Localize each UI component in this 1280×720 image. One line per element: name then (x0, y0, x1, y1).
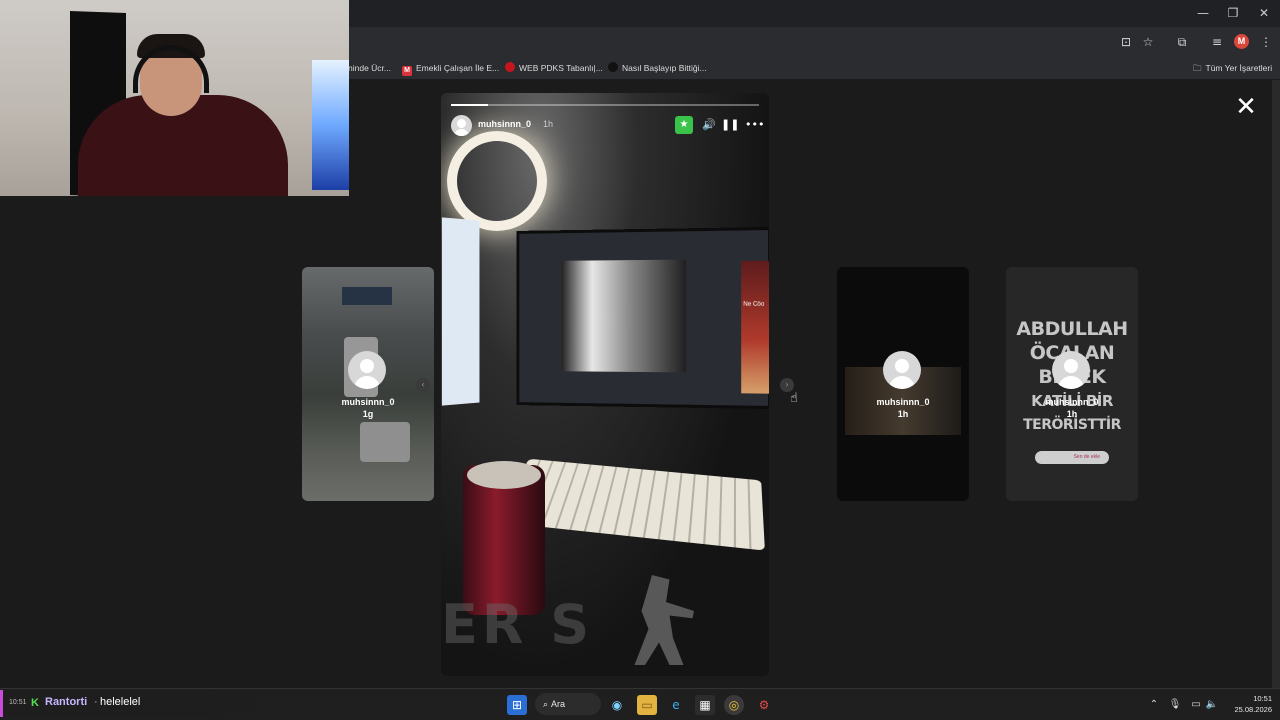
mouse-cursor-icon: ☝ (790, 391, 798, 406)
close-window-button[interactable]: ✕ (1249, 4, 1279, 22)
close-story-icon[interactable]: ✕ (1232, 93, 1260, 121)
mousepad-text: ER S (441, 593, 594, 656)
side-story-previous[interactable]: muhsinnn_0 1g (302, 267, 434, 501)
chat-separator: · (94, 696, 98, 708)
store-icon[interactable]: ▦ (695, 695, 715, 715)
all-bookmarks-button[interactable]: 🗀 Tüm Yer İşaretleri (1193, 60, 1272, 76)
chat-username: Rantorti (45, 696, 88, 708)
bookmark-item-3[interactable]: Nasıl Başlayıp Bittiği... (608, 60, 707, 76)
extensions-icon[interactable]: ⧉ (1174, 34, 1190, 50)
copilot-icon[interactable]: ◉ (607, 695, 627, 715)
windows-start-icon[interactable]: ⊞ (507, 695, 527, 715)
story-username[interactable]: muhsinnn_0 (478, 119, 531, 129)
bookmark-label: ninde Ücr... (348, 63, 391, 73)
side-story-username: muhsinnn_0 (341, 397, 395, 407)
bookmark-favicon-icon (608, 62, 618, 72)
side-story-username: muhsinnn_0 (876, 397, 930, 407)
chrome-icon[interactable]: ◎ (724, 695, 744, 715)
profile-avatar[interactable]: M (1234, 34, 1249, 49)
can-top-image (467, 461, 541, 489)
side-story-next[interactable]: muhsinnn_0 1h (837, 267, 969, 501)
ring-light-image (447, 131, 547, 231)
monitor-image: Ne Cöo (516, 226, 769, 410)
volume-icon[interactable]: 🔊 (700, 116, 718, 134)
browser-menu-icon[interactable]: ⋮ (1258, 34, 1274, 50)
folder-icon: 🗀 (1193, 64, 1202, 74)
pause-icon[interactable]: ❚❚ (721, 116, 739, 134)
system-clock[interactable]: 10:51 25.08.2026 (1222, 693, 1272, 715)
webcam-pc-case (312, 60, 349, 190)
main-story[interactable]: Ne Cöo ER S muhsinnn_0 1h ★ 🔊 ❚❚ ••• (441, 93, 769, 676)
side-story-avatar (883, 351, 921, 389)
app-icon[interactable]: ⚙ (754, 695, 774, 715)
monitor-portrait-image (561, 259, 687, 373)
search-icon: ⌕ (543, 700, 549, 710)
edge-icon[interactable]: e (666, 695, 686, 715)
webcam-overlay (0, 0, 349, 196)
bookmark-label: Emekli Çalışan İle E... (416, 63, 500, 73)
story-user-avatar[interactable] (451, 115, 472, 136)
bookmark-favicon-icon: M (402, 66, 412, 76)
speaker-icon[interactable]: 🔈 (1205, 698, 1219, 712)
more-options-icon[interactable]: ••• (745, 116, 764, 134)
story-time: 1h (543, 119, 554, 129)
close-friends-star-icon[interactable]: ★ (675, 116, 693, 134)
page-scrollbar[interactable] (1272, 80, 1280, 688)
monitor-side-text: Ne Cöo (743, 301, 765, 308)
screen: — ❐ ✕ ⊡ ☆ ⧉ ≡ M ⋮ ninde Ücr... M Emekli Ç… (0, 0, 1280, 720)
media-controls-icon[interactable]: ≡ (1209, 34, 1225, 50)
bookmark-favicon-icon (505, 62, 515, 72)
bookmark-item-2[interactable]: WEB PDKS Tabanlı|... (505, 60, 603, 76)
show-hidden-icons-icon[interactable]: ⌃ (1147, 698, 1161, 712)
all-bookmarks-label: Tüm Yer İşaretleri (1205, 63, 1273, 73)
install-app-icon[interactable]: ⊡ (1118, 34, 1134, 50)
side-story-time: 1h (897, 409, 909, 419)
side-story-poster[interactable]: ABDULLAH ÖCALAN BEBEK KATİLİ BİR TERÖRİS… (1006, 267, 1138, 501)
previous-story-arrow-icon[interactable]: ‹ (416, 378, 430, 392)
bookmark-star-icon[interactable]: ☆ (1140, 34, 1156, 50)
side-story-time: 1h (1066, 409, 1078, 419)
story-header: muhsinnn_0 1h ★ 🔊 ❚❚ ••• (451, 115, 764, 137)
microphone-icon[interactable]: 🎙 (1168, 698, 1182, 712)
network-icon[interactable]: ▭ (1189, 698, 1203, 712)
kick-badge-icon: K (31, 697, 39, 709)
second-monitor-image (441, 217, 480, 406)
taskbar-search[interactable]: ⌕ Ara (535, 693, 601, 715)
clock-time: 10:51 (1253, 694, 1272, 703)
stream-chat-message: 10:51 K Rantorti · helelelel (0, 690, 430, 717)
maximize-button[interactable]: ❐ (1218, 4, 1248, 22)
side-story-avatar (348, 351, 386, 389)
side-story-username: muhsinnn_0 (1045, 397, 1099, 407)
next-story-arrow-icon[interactable]: › (780, 378, 794, 392)
side-story-time: 1g (362, 409, 374, 419)
monitor-sidebar-image: Ne Cöo (741, 260, 769, 394)
minimize-button[interactable]: — (1188, 4, 1218, 22)
bookmark-label: WEB PDKS Tabanlı|... (519, 63, 603, 73)
story-progress-bar (451, 104, 759, 106)
chat-message-text: helelelel (100, 696, 141, 708)
story-progress-fill (451, 104, 488, 106)
file-explorer-icon[interactable]: ▭ (637, 695, 657, 715)
side-story-avatar (1052, 351, 1090, 389)
clock-date: 25.08.2026 (1234, 705, 1272, 714)
chat-time: 10:51 (9, 699, 27, 706)
bookmark-item-0[interactable]: ninde Ücr... (348, 60, 391, 76)
bookmark-item-1[interactable]: M Emekli Çalışan İle E... (402, 60, 499, 76)
bookmark-label: Nasıl Başlayıp Bittiği... (622, 63, 707, 73)
search-label: Ara (551, 699, 566, 709)
